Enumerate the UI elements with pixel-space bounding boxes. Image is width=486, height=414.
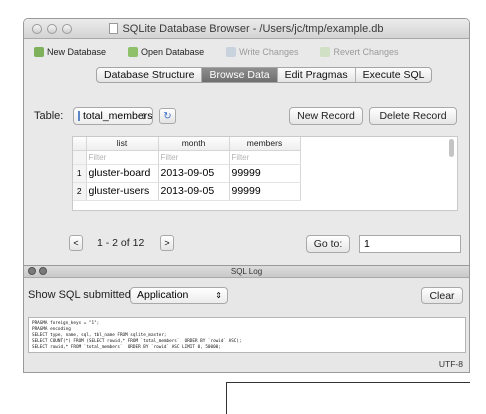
table-icon: [78, 111, 80, 121]
write-changes-label: Write Changes: [239, 47, 299, 57]
title-bar: SQLite Database Browser - /Users/jc/tmp/…: [24, 19, 469, 39]
filter-input-list[interactable]: Filter: [86, 150, 159, 165]
sql-source-value: Application: [137, 289, 189, 301]
filter-row: Filter Filter Filter: [73, 150, 301, 165]
refresh-button[interactable]: ↻: [159, 108, 176, 124]
new-database-icon: [34, 47, 44, 57]
write-changes-button[interactable]: Write Changes: [226, 47, 316, 57]
close-window-button[interactable]: [32, 24, 42, 34]
window-title: SQLite Database Browser - /Users/jc/tmp/…: [109, 22, 384, 35]
document-icon: [109, 23, 119, 34]
filter-row-spacer: [73, 150, 87, 165]
cell-month[interactable]: 2013-09-05: [158, 164, 230, 183]
goto-button[interactable]: Go to:: [306, 235, 350, 253]
open-database-icon: [128, 47, 139, 57]
browse-panel: Table: total_members ⇕ ↻ New Record Dele…: [32, 89, 463, 261]
new-database-label: New Database: [47, 47, 107, 57]
sql-log-panel: SQL Log Show SQL submitted by Applicatio…: [23, 266, 470, 373]
cell-list[interactable]: gluster-board: [86, 164, 159, 183]
pagination-bar: < 1 - 2 of 12 > Go to: 1: [32, 235, 463, 253]
open-database-button[interactable]: Open Database: [128, 47, 222, 57]
next-page-button[interactable]: >: [160, 235, 174, 251]
write-changes-icon: [226, 47, 237, 57]
cell-members[interactable]: 99999: [229, 182, 301, 201]
log-line: SELECT rowid,* FROM `total_members` ORDE…: [32, 345, 221, 350]
window-controls: [32, 24, 72, 34]
header-row: list month members: [73, 137, 301, 151]
new-database-button[interactable]: New Database: [34, 47, 124, 57]
filter-input-month[interactable]: Filter: [158, 150, 230, 165]
float-panel-button[interactable]: [39, 267, 47, 275]
tab-browse-data[interactable]: Browse Data: [202, 68, 278, 82]
row-number: 1: [73, 164, 87, 183]
open-database-label: Open Database: [141, 47, 205, 57]
sql-log-text[interactable]: PRAGMA foreign_keys = "1"; PRAGMA encodin…: [28, 317, 466, 353]
window-title-text: SQLite Database Browser - /Users/jc/tmp/…: [122, 22, 384, 35]
select-arrows-icon: ⇕: [140, 111, 147, 121]
record-range: 1 - 2 of 12: [97, 237, 145, 249]
bottom-overlay: [226, 382, 470, 414]
show-sql-label: Show SQL submitted by: [28, 289, 146, 301]
minimize-window-button[interactable]: [47, 24, 57, 34]
sql-source-select[interactable]: Application ⇕: [130, 287, 228, 304]
panel-controls: [28, 267, 47, 275]
table-label: Table:: [34, 110, 64, 122]
tab-execute-sql[interactable]: Execute SQL: [356, 68, 432, 82]
revert-changes-label: Revert Changes: [333, 47, 399, 57]
data-grid[interactable]: list month members Filter Filter Filter …: [72, 136, 458, 211]
zoom-window-button[interactable]: [62, 24, 72, 34]
cell-list[interactable]: gluster-users: [86, 182, 159, 201]
table-controls: Table: total_members ⇕ ↻ New Record Dele…: [32, 107, 463, 127]
revert-changes-button[interactable]: Revert Changes: [320, 47, 416, 57]
vertical-scrollbar[interactable]: [449, 139, 454, 157]
tab-database-structure[interactable]: Database Structure: [97, 68, 203, 82]
select-arrows-icon: ⇕: [215, 291, 222, 300]
cell-month[interactable]: 2013-09-05: [158, 182, 230, 201]
tab-edit-pragmas[interactable]: Edit Pragmas: [278, 68, 356, 82]
toolbar: New Database Open Database Write Changes…: [24, 39, 469, 65]
tab-bar: Database Structure Browse Data Edit Prag…: [96, 67, 433, 83]
goto-input[interactable]: 1: [359, 235, 461, 253]
refresh-icon: ↻: [163, 110, 172, 122]
close-panel-button[interactable]: [28, 267, 36, 275]
row-number: 2: [73, 182, 87, 201]
column-header-members[interactable]: members: [229, 137, 301, 151]
delete-record-button[interactable]: Delete Record: [369, 107, 457, 125]
new-record-button[interactable]: New Record: [289, 107, 363, 125]
table-row[interactable]: 1 gluster-board 2013-09-05 99999: [73, 164, 301, 183]
sql-log-titlebar: SQL Log: [24, 266, 469, 278]
column-header-list[interactable]: list: [86, 137, 159, 151]
sql-log-title: SQL Log: [230, 267, 263, 276]
revert-changes-icon: [320, 47, 331, 57]
row-number-header: [73, 137, 87, 151]
main-window: SQLite Database Browser - /Users/jc/tmp/…: [23, 18, 470, 266]
cell-members[interactable]: 99999: [229, 164, 301, 183]
clear-log-button[interactable]: Clear: [421, 287, 463, 304]
table-row[interactable]: 2 gluster-users 2013-09-05 99999: [73, 182, 301, 201]
previous-page-button[interactable]: <: [69, 235, 83, 251]
encoding-status: UTF-8: [438, 359, 463, 369]
column-header-month[interactable]: month: [158, 137, 230, 151]
table-select[interactable]: total_members ⇕: [73, 107, 153, 125]
filter-input-members[interactable]: Filter: [229, 150, 301, 165]
